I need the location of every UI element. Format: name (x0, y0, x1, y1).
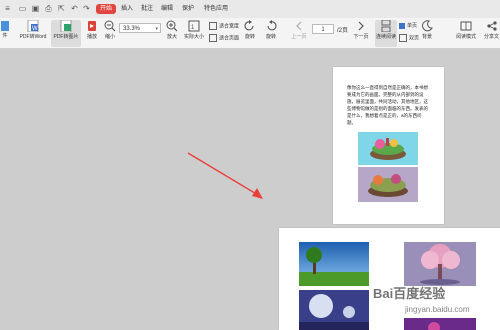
baidu-watermark: Bai百度经验 (373, 286, 446, 301)
baidu-watermark-url: jingyan.baidu.com (405, 305, 470, 314)
red-arrow-annotation (187, 152, 263, 199)
